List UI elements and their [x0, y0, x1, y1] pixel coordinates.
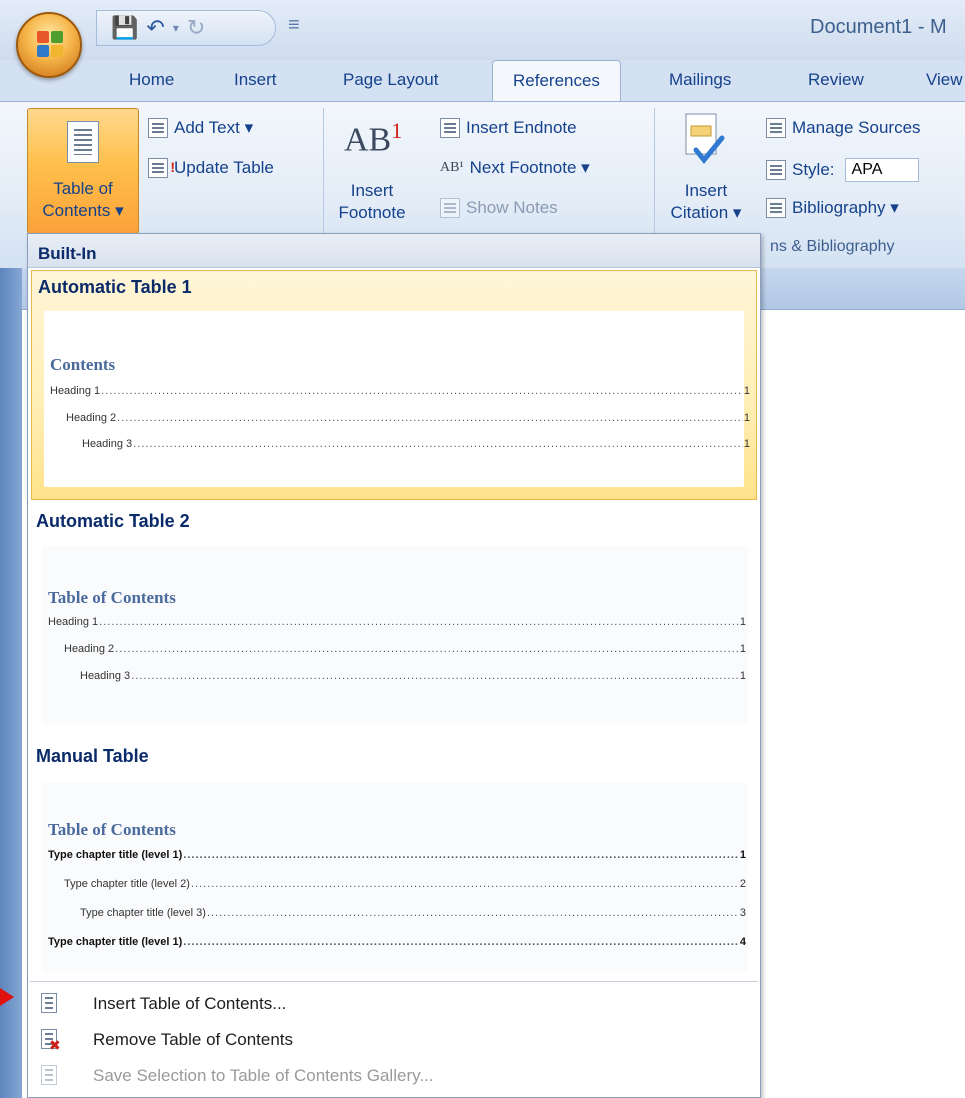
- toc-button-label-line2: Contents ▾: [42, 201, 124, 220]
- remove-table-of-contents-item[interactable]: ✖ Remove Table of Contents: [28, 1022, 760, 1058]
- manage-sources-button[interactable]: Manage Sources: [766, 118, 921, 138]
- preview-line: Type chapter title (level 3)............…: [80, 907, 746, 919]
- save-icon[interactable]: 💾: [111, 15, 138, 41]
- automatic-table-2-title: Automatic Table 2: [36, 511, 190, 531]
- builtin-header: Built-In: [28, 234, 760, 268]
- next-footnote-label: Next Footnote ▾: [469, 158, 590, 177]
- remove-toc-icon: ✖: [41, 1029, 61, 1053]
- style-dropdown[interactable]: APA: [844, 158, 919, 182]
- pointer-arrow-icon: [0, 988, 14, 1006]
- insert-footnote-button[interactable]: Insert Footnote: [326, 180, 418, 224]
- preview-heading: Contents: [50, 355, 116, 374]
- ribbon-tabs: Home Insert Page Layout References Maili…: [0, 60, 965, 104]
- tab-mailings[interactable]: Mailings: [669, 70, 731, 90]
- bibliography-button[interactable]: Bibliography ▾: [766, 198, 899, 218]
- menu-item-label: Insert Table of Contents...: [93, 994, 287, 1013]
- add-text-label: Add Text ▾: [174, 118, 254, 137]
- insert-endnote-icon: [440, 118, 460, 138]
- redo-icon[interactable]: ↻: [187, 15, 205, 41]
- preview-line: Heading 3...............................…: [80, 670, 746, 682]
- add-text-button[interactable]: Add Text ▾: [148, 118, 253, 138]
- preview-line: Type chapter title (level 1)............…: [48, 936, 746, 948]
- quick-access-toolbar: 💾 ↶ ▾ ↻: [96, 10, 276, 46]
- preview-line: Heading 1...............................…: [48, 616, 746, 628]
- preview-line: Heading 1...............................…: [50, 385, 750, 397]
- manual-table-entry[interactable]: Table of Contents Type chapter title (le…: [42, 782, 748, 972]
- citations-group-label: ns & Bibliography: [770, 238, 895, 255]
- tab-view[interactable]: View: [926, 70, 963, 90]
- insert-toc-icon: [41, 993, 61, 1015]
- tab-home[interactable]: Home: [129, 70, 174, 90]
- add-text-icon: [148, 118, 168, 138]
- manage-sources-icon: [766, 118, 786, 138]
- table-of-contents-button[interactable]: Table of Contents ▾: [27, 108, 139, 234]
- preview-heading: Table of Contents: [48, 820, 176, 839]
- insert-citation-button[interactable]: Insert Citation ▾: [660, 180, 752, 224]
- save-selection-to-gallery-item[interactable]: Save Selection to Table of Contents Gall…: [28, 1058, 760, 1094]
- bibliography-label: Bibliography ▾: [792, 198, 899, 217]
- insert-endnote-button[interactable]: Insert Endnote: [440, 118, 577, 138]
- table-of-contents-gallery: Built-In Automatic Table 1 Contents Head…: [27, 233, 761, 1098]
- window-left-edge: [0, 268, 22, 1098]
- insert-table-of-contents-item[interactable]: Insert Table of Contents...: [28, 986, 760, 1022]
- style-selector: Style: APA: [766, 158, 919, 182]
- tab-references[interactable]: References: [492, 60, 621, 104]
- menu-separator: [30, 981, 758, 982]
- preview-heading: Table of Contents: [48, 588, 176, 607]
- undo-icon[interactable]: ↶: [146, 15, 164, 41]
- menu-item-label: Save Selection to Table of Contents Gall…: [93, 1066, 434, 1085]
- tab-insert[interactable]: Insert: [234, 70, 277, 90]
- update-table-label: Update Table: [174, 158, 274, 177]
- tab-review[interactable]: Review: [808, 70, 864, 90]
- toc-button-label-line1: Table of: [53, 179, 113, 198]
- preview-line: Heading 3...............................…: [82, 438, 750, 450]
- preview-line: Heading 2...............................…: [64, 643, 746, 655]
- insert-citation-icon[interactable]: [682, 112, 726, 172]
- preview-line: Heading 2...............................…: [66, 412, 750, 424]
- entry-title: Automatic Table 1: [38, 277, 192, 297]
- customize-qat-icon[interactable]: ≡: [288, 14, 300, 37]
- undo-dropdown-icon[interactable]: ▾: [173, 21, 179, 35]
- manage-sources-label: Manage Sources: [792, 118, 921, 137]
- preview-line: Type chapter title (level 2)............…: [64, 878, 746, 890]
- insert-footnote-icon[interactable]: AB1: [344, 118, 402, 159]
- show-notes-icon: [440, 198, 460, 218]
- style-label: Style:: [792, 160, 835, 179]
- automatic-table-2-entry[interactable]: Table of Contents Heading 1.............…: [42, 546, 748, 724]
- next-footnote-button[interactable]: AB¹ Next Footnote ▾: [440, 158, 590, 178]
- office-logo-icon: [37, 31, 65, 59]
- manual-table-title: Manual Table: [36, 746, 149, 766]
- show-notes-label: Show Notes: [466, 198, 558, 217]
- table-of-contents-icon: [67, 121, 99, 163]
- update-table-button[interactable]: ! Update Table: [148, 158, 274, 178]
- preview-line: Type chapter title (level 1)............…: [48, 849, 746, 861]
- office-button[interactable]: [16, 12, 82, 78]
- bibliography-icon: [766, 198, 786, 218]
- title-bar: 💾 ↶ ▾ ↻ ≡ Document1 - M: [0, 0, 965, 60]
- update-table-icon: !: [148, 158, 175, 178]
- automatic-table-1-entry[interactable]: Automatic Table 1 Contents Heading 1....…: [31, 270, 757, 500]
- show-notes-button[interactable]: Show Notes: [440, 198, 558, 218]
- tab-page-layout[interactable]: Page Layout: [343, 70, 438, 90]
- toc-preview: Contents Heading 1......................…: [44, 311, 750, 487]
- insert-endnote-label: Insert Endnote: [466, 118, 577, 137]
- menu-item-label: Remove Table of Contents: [93, 1030, 294, 1049]
- save-selection-icon: [41, 1065, 61, 1087]
- window-title: Document1 - M: [810, 16, 947, 38]
- next-footnote-icon: AB¹: [440, 160, 464, 175]
- style-icon: [766, 160, 786, 180]
